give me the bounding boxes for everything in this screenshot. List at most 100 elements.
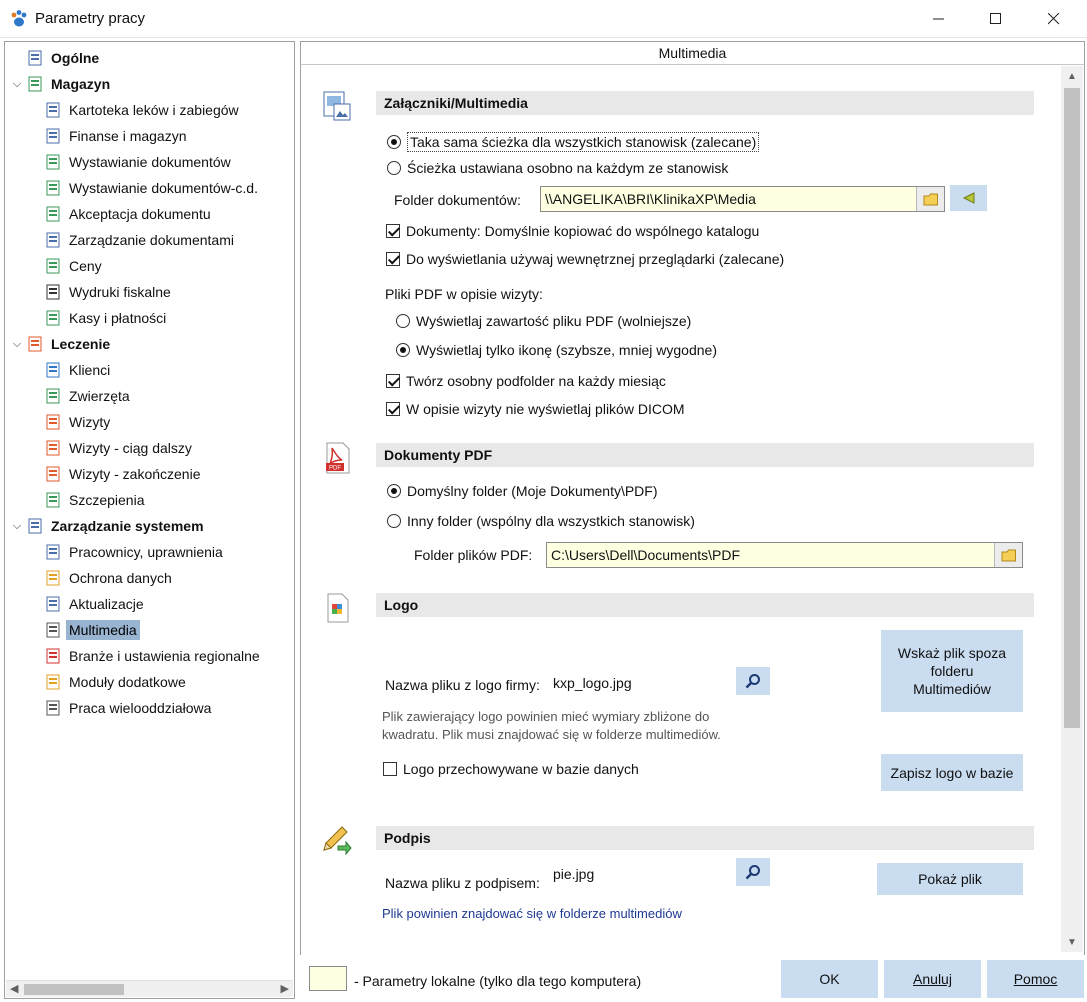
scroll-down-icon[interactable]: ▼: [1067, 937, 1077, 948]
tree-item-20[interactable]: Ochrona danych: [45, 566, 175, 590]
check-monthly-subfolder[interactable]: Twórz osobny podfolder na każdy miesiąc: [386, 373, 666, 389]
pdf-folder-field[interactable]: C:\Users\Dell\Documents\PDF: [546, 542, 1023, 568]
panel-vertical-scrollbar[interactable]: ▲ ▼: [1061, 66, 1083, 952]
scroll-thumb[interactable]: [24, 984, 124, 995]
scroll-right-icon[interactable]: ▶: [281, 982, 289, 995]
check-copy-default-label: Dokumenty: Domyślnie kopiować do wspólne…: [406, 223, 760, 239]
svg-text:PDF: PDF: [329, 466, 341, 472]
tree-item-label: Moduły dodatkowe: [69, 674, 186, 690]
radio-selected[interactable]: [387, 484, 401, 498]
tree-item-6[interactable]: Akceptacja dokumentu: [45, 202, 214, 226]
tree-item-8[interactable]: Ceny: [45, 254, 105, 278]
radio-selected[interactable]: [396, 343, 410, 357]
signature-file-value: pie.jpg: [553, 866, 595, 882]
tree-item-14[interactable]: Wizyty: [45, 410, 113, 434]
pencil-icon: [323, 826, 352, 856]
radio-pdf-icon[interactable]: Wyświetlaj tylko ikonę (szybsze, mniej w…: [396, 342, 717, 358]
share-path-button[interactable]: [950, 185, 987, 211]
title-bar: Parametry pracy: [0, 0, 1087, 38]
tree-item-5[interactable]: Wystawianie dokumentów-c.d.: [45, 176, 261, 200]
save-logo-button[interactable]: Zapisz logo w bazie: [881, 754, 1023, 791]
tree-item-label: Ochrona danych: [69, 570, 172, 586]
lock-icon: [45, 570, 61, 586]
checkbox-checked[interactable]: [386, 224, 400, 238]
tree-item-11[interactable]: ⌵ Leczenie: [11, 332, 113, 356]
radio-other-folder[interactable]: Inny folder (wspólny dla wszystkich stan…: [387, 513, 695, 529]
checkbox-unchecked[interactable]: [383, 762, 397, 776]
close-button[interactable]: [1031, 0, 1077, 38]
cancel-button[interactable]: Anuluj: [884, 960, 981, 998]
clipboard-icon: [45, 414, 61, 430]
radio-default-folder-label: Domyślny folder (Moje Dokumenty\PDF): [407, 483, 658, 499]
tree-item-10[interactable]: Kasy i płatności: [45, 306, 169, 330]
tree-item-2[interactable]: Kartoteka leków i zabiegów: [45, 98, 242, 122]
radio-unselected[interactable]: [387, 514, 401, 528]
signature-section-title: Podpis: [376, 826, 1034, 850]
check-hide-dicom[interactable]: W opisie wizyty nie wyświetlaj plików DI…: [386, 401, 685, 417]
tree-item-21[interactable]: Aktualizacje: [45, 592, 147, 616]
browse-folder-button[interactable]: [916, 187, 944, 211]
checkbox-checked[interactable]: [386, 374, 400, 388]
radio-default-folder[interactable]: Domyślny folder (Moje Dokumenty\PDF): [387, 483, 658, 499]
system-icon: [27, 518, 43, 534]
logo-file-label: Nazwa pliku z logo firmy:: [385, 677, 540, 693]
check-copy-default[interactable]: Dokumenty: Domyślnie kopiować do wspólne…: [386, 223, 759, 239]
tree-item-7[interactable]: Zarządzanie dokumentami: [45, 228, 237, 252]
close-icon: [1048, 13, 1060, 25]
radio-selected[interactable]: [387, 135, 401, 149]
pick-outside-file-button[interactable]: Wskaż plik spoza folderu Multimediów: [881, 630, 1023, 712]
attachments-section-title: Załączniki/Multimedia: [376, 91, 1034, 115]
minimize-button[interactable]: [916, 0, 962, 38]
tree-item-24[interactable]: Moduły dodatkowe: [45, 670, 189, 694]
tree-item-1[interactable]: ⌵ Magazyn: [11, 72, 113, 96]
browse-logo-button[interactable]: [736, 667, 770, 695]
tree-item-18[interactable]: ⌵ Zarządzanie systemem: [11, 514, 207, 538]
local-param-swatch: [309, 966, 347, 991]
pdf-folder-label: Folder plików PDF:: [414, 547, 533, 563]
help-button[interactable]: Pomoc: [987, 960, 1084, 998]
radio-unselected[interactable]: [396, 314, 410, 328]
tree-item-12[interactable]: Klienci: [45, 358, 113, 382]
tree-item-17[interactable]: Szczepienia: [45, 488, 148, 512]
check-logo-in-db[interactable]: Logo przechowywane w bazie danych: [383, 761, 639, 777]
tree-item-16[interactable]: Wizyty - zakończenie: [45, 462, 203, 486]
tree-item-13[interactable]: Zwierzęta: [45, 384, 133, 408]
tree-item-0[interactable]: Ogólne: [11, 46, 102, 70]
document-plus-icon: [45, 206, 61, 222]
radio-pdf-content-label: Wyświetlaj zawartość pliku PDF (wolniejs…: [416, 313, 692, 329]
tree-item-4[interactable]: Wystawianie dokumentów: [45, 150, 234, 174]
tree-item-19[interactable]: Pracownicy, uprawnienia: [45, 540, 226, 564]
maximize-button[interactable]: [973, 0, 1019, 38]
tree-item-23[interactable]: Branże i ustawienia regionalne: [45, 644, 263, 668]
radio-same-path[interactable]: Taka sama ścieżka dla wszystkich stanowi…: [387, 132, 760, 152]
ok-button[interactable]: OK: [781, 960, 878, 998]
scroll-left-icon[interactable]: ◀: [10, 982, 18, 995]
region-icon: [45, 648, 61, 664]
cash-register-icon: [45, 310, 61, 326]
tree-item-label: Wizyty - ciąg dalszy: [69, 440, 192, 456]
scroll-up-icon[interactable]: ▲: [1067, 71, 1077, 82]
tree-item-15[interactable]: Wizyty - ciąg dalszy: [45, 436, 195, 460]
chevron-down-icon[interactable]: ⌵: [11, 78, 23, 91]
show-file-button[interactable]: Pokaż plik: [877, 863, 1023, 895]
radio-pdf-content[interactable]: Wyświetlaj zawartość pliku PDF (wolniejs…: [396, 313, 691, 329]
tree-horizontal-scrollbar[interactable]: ◀ ▶: [6, 980, 293, 997]
checkbox-checked[interactable]: [386, 252, 400, 266]
radio-separate-path[interactable]: Ścieżka ustawiana osobno na każdym ze st…: [387, 160, 728, 176]
tree-item-25[interactable]: Praca wielooddziałowa: [45, 696, 214, 720]
chevron-down-icon[interactable]: ⌵: [11, 338, 23, 351]
checkbox-checked[interactable]: [386, 402, 400, 416]
radio-unselected[interactable]: [387, 161, 401, 175]
pdf-folder-value: C:\Users\Dell\Documents\PDF: [551, 547, 741, 563]
tree-item-3[interactable]: Finanse i magazyn: [45, 124, 190, 148]
documents-folder-value: \\ANGELIKA\BRI\KlinikaXP\Media: [545, 191, 756, 207]
chevron-down-icon[interactable]: ⌵: [11, 520, 23, 533]
documents-folder-field[interactable]: \\ANGELIKA\BRI\KlinikaXP\Media: [540, 186, 945, 212]
tree-item-22[interactable]: Multimedia: [45, 618, 140, 642]
tree-item-9[interactable]: Wydruki fiskalne: [45, 280, 174, 304]
browse-signature-button[interactable]: [736, 858, 770, 886]
check-internal-viewer[interactable]: Do wyświetlania używaj wewnętrznej przeg…: [386, 251, 784, 267]
browse-folder-button[interactable]: [994, 543, 1022, 567]
paw-icon: [45, 388, 61, 404]
scroll-thumb[interactable]: [1064, 88, 1080, 728]
